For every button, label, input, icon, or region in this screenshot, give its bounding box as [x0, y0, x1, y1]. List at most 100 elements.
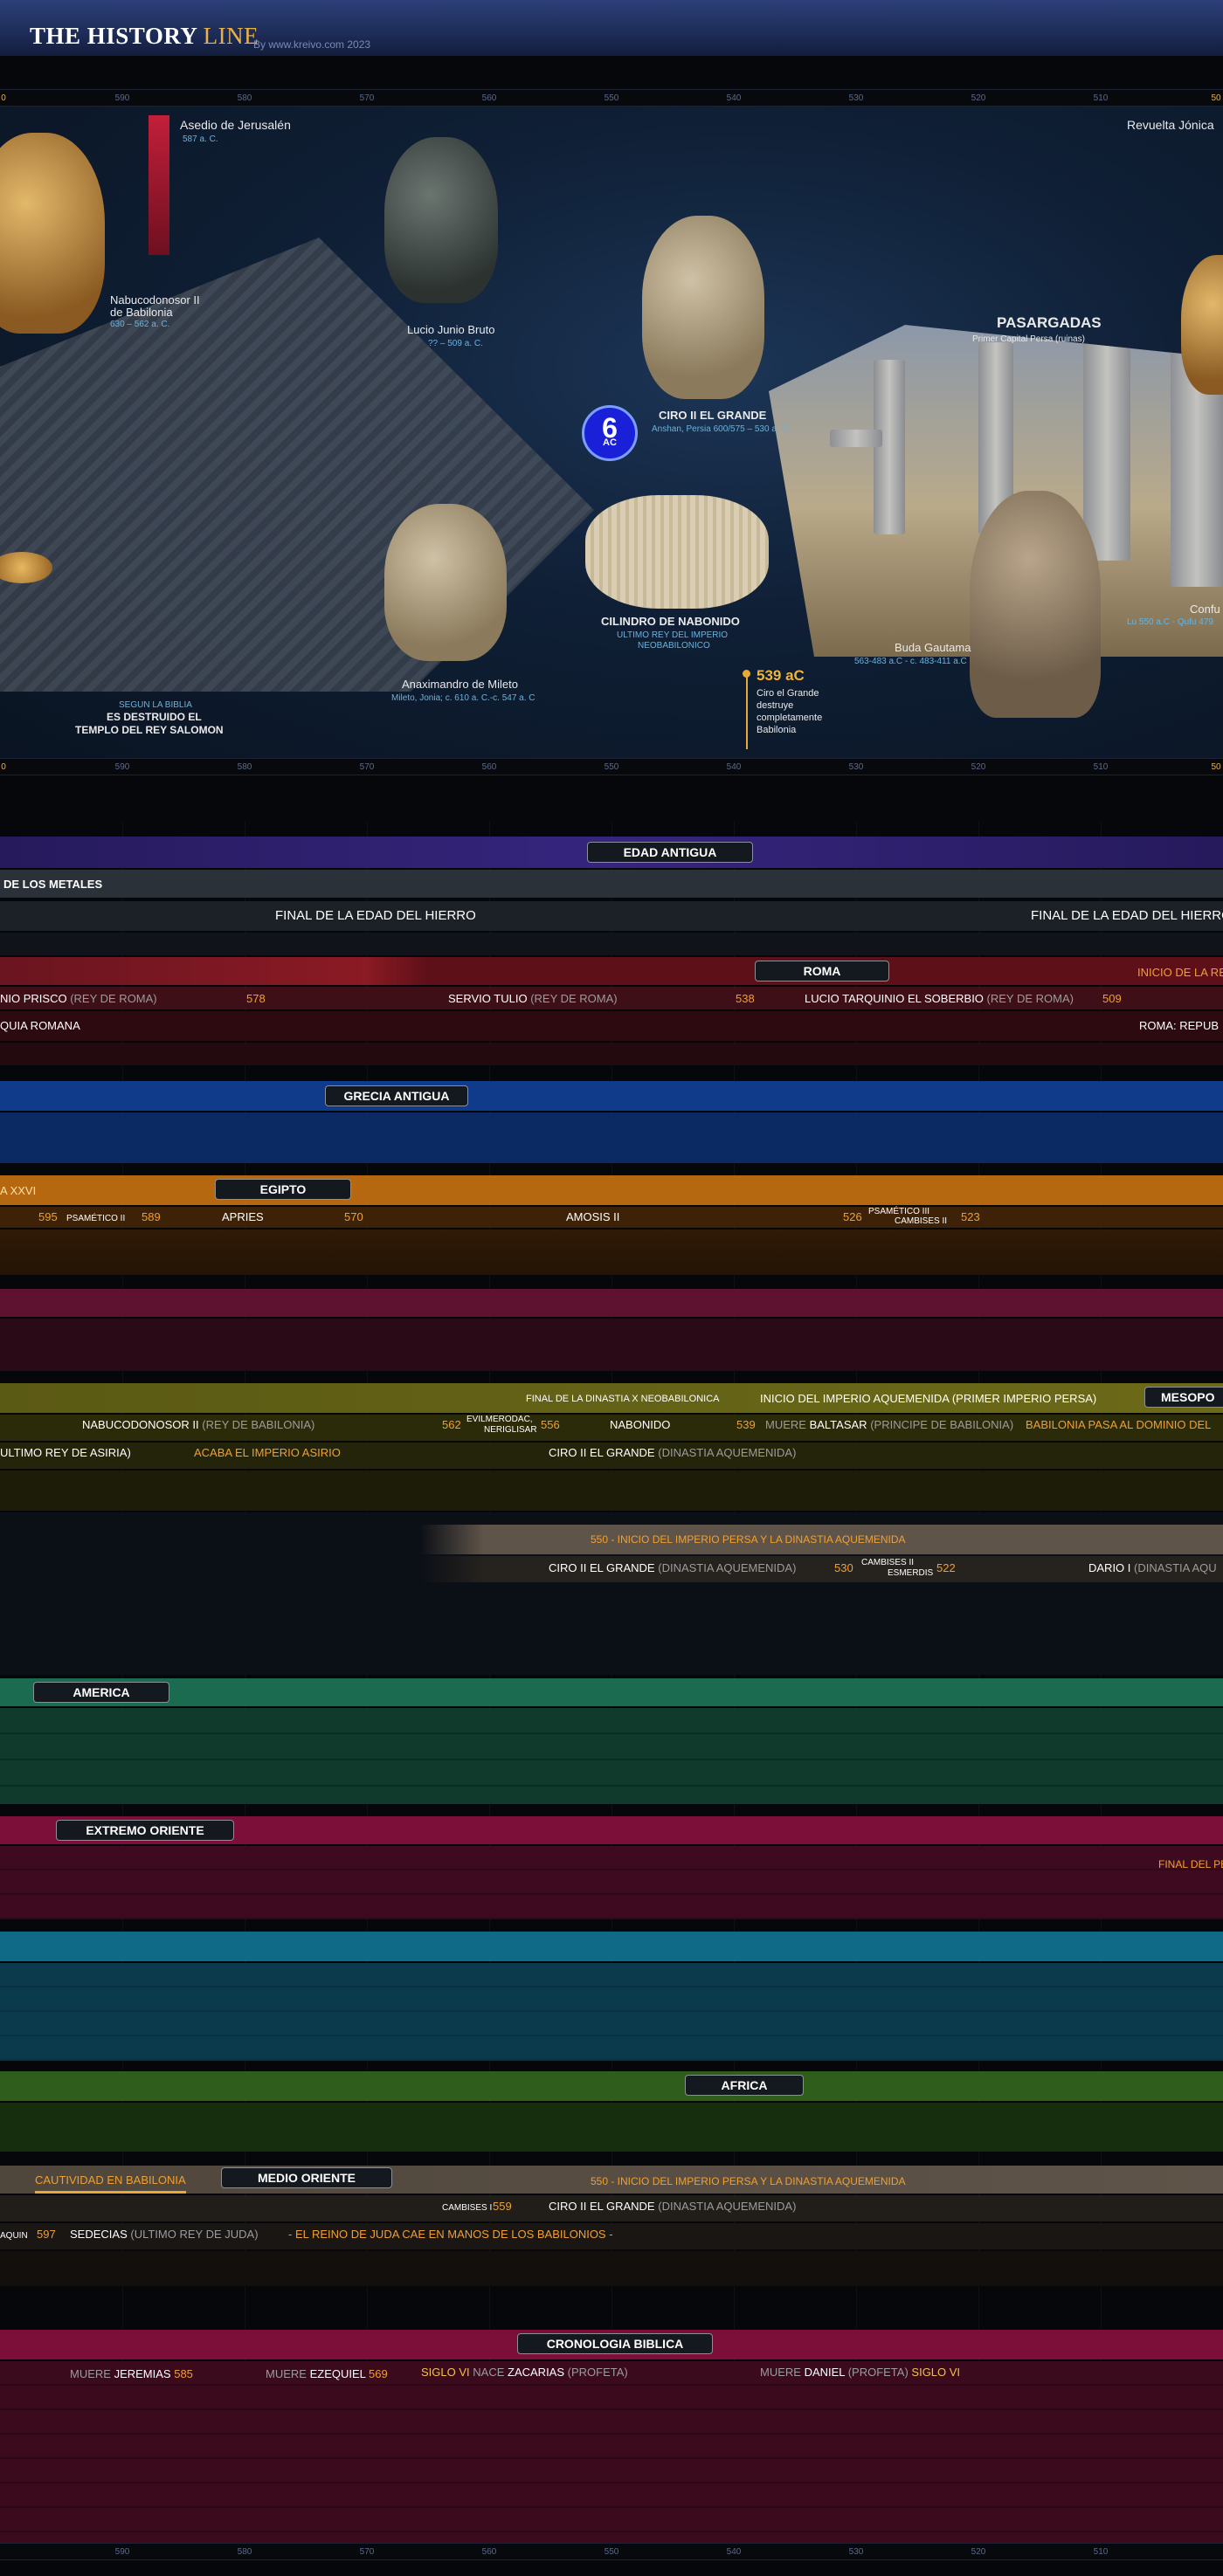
- biblica-zacarias: SIGLO VI NACE ZACARIAS (PROFETA): [421, 2366, 628, 2380]
- extremo-right-label: FINAL DEL PE: [1158, 1858, 1223, 1870]
- cylinder-sub-2: NEOBABILONICO: [638, 641, 710, 651]
- persia-band-text: 550 - INICIO DEL IMPERIO PERSA Y LA DINA…: [591, 1533, 906, 1546]
- king-name: LUCIO TARQUINIO EL SOBERBIO: [805, 992, 984, 1005]
- section-mesopotamia[interactable]: MESOPO: [1144, 1387, 1223, 1408]
- egipto-psam3: PSAMÉTICO III: [868, 1207, 930, 1216]
- persia-y522: 522: [936, 1561, 956, 1574]
- anaximander-bust-image[interactable]: [384, 504, 507, 661]
- roma-year-1: 578: [246, 992, 266, 1005]
- section-africa[interactable]: AFRICA: [685, 2075, 804, 2096]
- band-grecia: [0, 1081, 1223, 1111]
- medio-y559: 559: [493, 2200, 512, 2213]
- ruler-tick: 560: [481, 2547, 497, 2557]
- buddha-statue-image[interactable]: [970, 491, 1101, 718]
- person-name: DANIEL: [804, 2366, 846, 2379]
- biblica-jeremias: MUERE JEREMIAS 585: [70, 2367, 193, 2381]
- ruler-tick: 530: [848, 762, 864, 772]
- king-role: (REY DE ROMA): [70, 992, 157, 1005]
- confucius-statue-image[interactable]: [1181, 255, 1223, 395]
- section-roma[interactable]: ROMA: [755, 961, 889, 981]
- bruto-bust-image[interactable]: [384, 137, 498, 303]
- band-teal: [0, 1932, 1223, 1961]
- persia-camb: CAMBISES II: [861, 1558, 915, 1567]
- buddha-dates: 563-483 a.C - c. 483-411 a.C: [854, 657, 967, 666]
- roma-king-2: SERVIO TULIO (REY DE ROMA): [448, 992, 618, 1006]
- person-role: (PROFETA): [567, 2366, 628, 2379]
- persia-ciro: CIRO II EL GRANDE (DINASTIA AQUEMENIDA): [549, 1561, 796, 1575]
- section-medio-oriente[interactable]: MEDIO ORIENTE: [221, 2167, 392, 2188]
- ruler-tick: 570: [359, 93, 375, 103]
- logo-text-accent: LINE: [203, 23, 259, 49]
- band-biblica-rows: [0, 2361, 1223, 2545]
- nabonidus-cylinder-image[interactable]: [585, 495, 769, 609]
- band-africa: [0, 2071, 1223, 2101]
- muere-label: MUERE: [765, 1418, 806, 1431]
- bible-line-2: TEMPLO DEL REY SALOMON: [75, 724, 224, 736]
- band-meso-rows: [0, 1471, 1223, 1511]
- ruler-edge-right: 50: [1211, 93, 1221, 103]
- king-role: (REY DE BABILONIA): [202, 1418, 315, 1431]
- king-name: NABUCODONOSOR II: [82, 1418, 199, 1431]
- ruler-tick: 510: [1093, 762, 1109, 772]
- event-line-3: completamente: [757, 713, 823, 723]
- pasargadas-subtitle: Primer Capital Persa (ruinas): [972, 334, 1085, 344]
- century-badge[interactable]: 6 AC: [582, 405, 638, 461]
- siege-marker-bar: [149, 115, 169, 255]
- meso-nabonido: NABONIDO: [610, 1418, 671, 1431]
- ruler-tick: 590: [114, 93, 130, 103]
- confucius-name: Confu: [1190, 603, 1220, 616]
- ruler-tick: 550: [604, 762, 619, 772]
- ruler-tick: 520: [971, 93, 986, 103]
- event-marker-dot: [743, 670, 750, 678]
- ruler-tick: 540: [726, 93, 742, 103]
- band-roma-row-3: [0, 1043, 1223, 1065]
- section-grecia[interactable]: GRECIA ANTIGUA: [325, 1085, 468, 1106]
- ruler-edge-left: 0: [1, 762, 6, 772]
- section-extremo-oriente[interactable]: EXTREMO ORIENTE: [56, 1820, 234, 1841]
- ruler-tick: 550: [604, 2547, 619, 2557]
- person-name: JEREMIAS: [114, 2367, 171, 2380]
- nebuchadnezzar-dates: 630 – 562 a. C.: [110, 320, 170, 329]
- band-spacer: [0, 933, 1223, 955]
- nebuchadnezzar-name-2: de Babilonia: [110, 306, 173, 319]
- persia-esmerdis: ESMERDIS: [888, 1568, 934, 1578]
- cylinder-sub-1: ULTIMO REY DEL IMPERIO: [617, 630, 729, 640]
- meso-nebu: NABUCODONOSOR II (REY DE BABILONIA): [82, 1418, 314, 1432]
- ruler-tick: 580: [237, 93, 252, 103]
- meso-ciro: CIRO II EL GRANDE (DINASTIA AQUEMENIDA): [549, 1446, 796, 1460]
- ruler-tick: 560: [481, 93, 497, 103]
- band-extremo-rows: [0, 1846, 1223, 1919]
- biblica-ezequiel: MUERE EZEQUIEL 569: [266, 2367, 388, 2381]
- meso-y562: 562: [442, 1418, 461, 1431]
- section-cronologia-biblica[interactable]: CRONOLOGIA BIBLICA: [517, 2333, 713, 2354]
- section-edad-antigua[interactable]: EDAD ANTIGUA: [587, 842, 753, 863]
- section-egipto[interactable]: EGIPTO: [215, 1179, 351, 1200]
- band-egipto-rows: [0, 1229, 1223, 1275]
- egipto-psam2: PSAMÉTICO II: [66, 1214, 126, 1223]
- buddha-name: Buda Gautama: [895, 641, 971, 654]
- muere-label: MUERE: [760, 2366, 801, 2379]
- siege-date: 587 a. C.: [183, 134, 218, 144]
- ciro-bust-image[interactable]: [642, 216, 764, 399]
- ruler-tick: 580: [237, 762, 252, 772]
- bruto-dates: ?? – 509 a. C.: [428, 339, 483, 348]
- muere-label: MUERE: [266, 2367, 307, 2380]
- band-teal-rows: [0, 1963, 1223, 2061]
- event-line-4: Babilonia: [757, 725, 797, 735]
- nebuchadnezzar-statue-image[interactable]: [0, 133, 105, 334]
- event-line-2: destruye: [757, 700, 794, 711]
- medio-sedecias: SEDECIAS (ULTIMO REY DE JUDA): [70, 2228, 259, 2242]
- roma-right-label: INICIO DE LA RE: [1137, 966, 1223, 979]
- roma-republic: ROMA: REPUB: [1139, 1019, 1220, 1032]
- section-america[interactable]: AMERICA: [33, 1682, 169, 1703]
- band-africa-rows: [0, 2103, 1223, 2152]
- ruler-tick: 580: [237, 2547, 252, 2557]
- person-name: EZEQUIEL: [309, 2367, 366, 2380]
- ruler-edge-right: 50: [1211, 762, 1221, 772]
- byline[interactable]: By www.kreivo.com 2023: [253, 38, 370, 51]
- nace-label: NACE: [473, 2366, 505, 2379]
- cylinder-name: CILINDRO DE NABONIDO: [601, 615, 740, 628]
- ruler-tick: 540: [726, 2547, 742, 2557]
- confucius-dates: Lu 550 a.C - Qufu 479: [1127, 617, 1213, 627]
- site-logo[interactable]: THE HISTORY LINE: [30, 23, 259, 50]
